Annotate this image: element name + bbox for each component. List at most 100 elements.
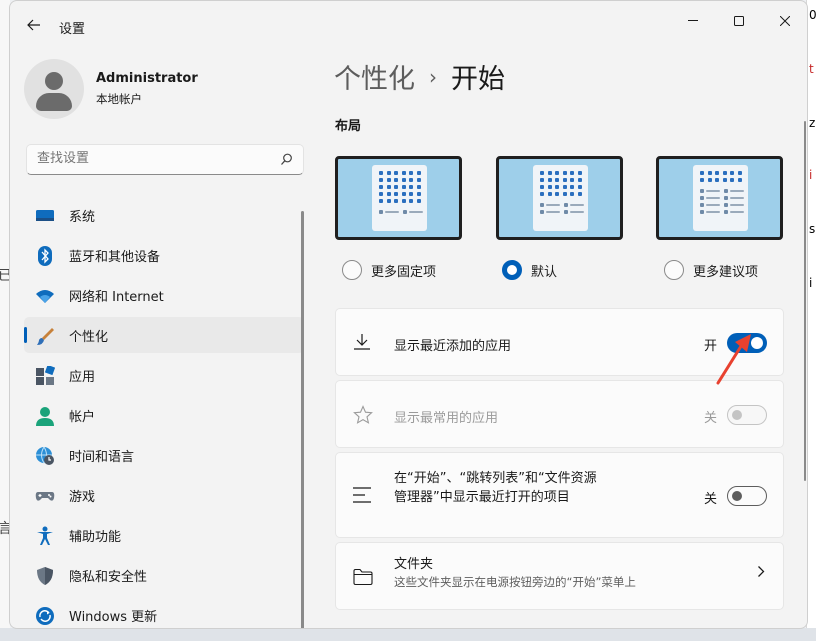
sidebar-nav: 系统 蓝牙和其他设备 网络和 Internet 个性化 应用 帐户 时间和语言 <box>24 197 304 628</box>
recommended-item-dot <box>564 210 568 214</box>
annotation-arrow-icon <box>716 334 751 385</box>
sidebar-item-apps[interactable]: 应用 <box>24 357 304 393</box>
recommended-item-line <box>730 211 744 213</box>
content-scrollbar[interactable] <box>804 121 806 481</box>
layout-option-default[interactable]: 默认 <box>502 260 557 280</box>
pinned-app-dot <box>570 171 574 175</box>
minimize-button[interactable] <box>670 7 716 35</box>
layout-preview-more-pins[interactable] <box>335 156 462 240</box>
pinned-app-dot <box>715 171 719 175</box>
sidebar-item-windows-update[interactable]: Windows 更新 <box>24 597 304 628</box>
pinned-app-dot <box>386 185 391 189</box>
back-button[interactable] <box>22 13 46 37</box>
bluetooth-icon <box>38 246 52 266</box>
radio-more-recommendations[interactable] <box>664 260 684 280</box>
recommended-item-line <box>706 204 720 206</box>
start-menu-preview <box>372 165 427 231</box>
breadcrumb: 个性化 › 开始 <box>334 57 505 96</box>
maximize-button[interactable] <box>716 7 762 35</box>
recommended-item-line <box>409 211 423 213</box>
pinned-app-dot <box>379 185 383 189</box>
sidebar-item-time-language[interactable]: 时间和语言 <box>24 437 304 473</box>
layout-preview-more-recommendations[interactable] <box>656 156 783 240</box>
breadcrumb-parent[interactable]: 个性化 <box>334 57 415 96</box>
brush-icon <box>37 328 54 345</box>
recommended-item-dot <box>700 196 704 200</box>
pinned-app-dot <box>577 171 582 175</box>
pinned-app-dot <box>394 185 398 189</box>
pinned-app-dot <box>416 185 421 189</box>
pinned-app-dot <box>730 171 734 175</box>
pinned-app-dot <box>379 178 383 182</box>
pinned-app-dot <box>379 171 383 175</box>
pinned-app-dot <box>555 178 559 182</box>
setting-folders[interactable]: 文件夹 这些文件夹显示在电源按钮旁边的“开始”菜单上 <box>335 542 784 610</box>
pinned-app-dot <box>409 178 413 182</box>
pinned-app-dot <box>416 171 421 175</box>
globe-clock-icon <box>36 446 54 465</box>
pinned-app-dot <box>386 192 391 196</box>
pinned-app-dot <box>547 192 552 196</box>
pinned-app-dot <box>540 192 544 196</box>
pinned-app-dot <box>386 199 391 203</box>
layout-option-more-recommendations[interactable]: 更多建议项 <box>664 260 758 280</box>
pinned-app-dot <box>394 199 398 203</box>
recommended-item-line <box>706 197 720 199</box>
recommended-item-dot <box>540 210 544 214</box>
pinned-app-dot <box>570 185 574 189</box>
recommended-item-line <box>706 190 720 192</box>
minimize-icon <box>688 20 698 21</box>
layout-option-more-pins[interactable]: 更多固定项 <box>342 260 436 280</box>
radio-more-pins[interactable] <box>342 260 362 280</box>
recommended-item-line <box>570 204 584 206</box>
pinned-app-dot <box>379 199 383 203</box>
recommended-item-dot <box>379 210 383 214</box>
pinned-app-dot <box>562 192 567 196</box>
download-icon <box>354 334 370 350</box>
pinned-app-dot <box>386 178 391 182</box>
recommended-item-line <box>730 204 744 206</box>
sidebar-item-gaming[interactable]: 游戏 <box>24 477 304 513</box>
star-icon <box>353 405 373 424</box>
pinned-app-dot <box>394 192 398 196</box>
pinned-app-dot <box>540 178 544 182</box>
sidebar-item-privacy[interactable]: 隐私和安全性 <box>24 557 304 593</box>
pinned-app-dot <box>722 171 727 175</box>
recent-items-toggle[interactable] <box>727 486 767 506</box>
profile-account-type: 本地帐户 <box>96 92 142 106</box>
recommended-item-dot <box>700 210 704 214</box>
pinned-app-dot <box>570 178 574 182</box>
most-used-toggle[interactable] <box>727 405 767 425</box>
pinned-app-dot <box>562 178 567 182</box>
sidebar-item-accessibility[interactable]: 辅助功能 <box>24 517 304 553</box>
close-button[interactable] <box>762 7 807 35</box>
accessibility-icon <box>37 526 53 545</box>
sidebar-scrollbar[interactable] <box>301 211 304 628</box>
radio-default[interactable] <box>502 260 522 280</box>
search-icon[interactable] <box>280 153 293 166</box>
recommended-item-line <box>570 211 584 213</box>
recommended-item-dot <box>724 196 728 200</box>
sidebar-item-bluetooth[interactable]: 蓝牙和其他设备 <box>24 237 304 273</box>
pinned-app-dot <box>394 171 398 175</box>
pinned-app-dot <box>577 185 582 189</box>
sidebar-item-personalization[interactable]: 个性化 <box>24 317 304 353</box>
pinned-app-dot <box>379 192 383 196</box>
back-arrow-icon <box>27 19 40 31</box>
search-input[interactable] <box>37 151 267 166</box>
layout-preview-default[interactable] <box>496 156 623 240</box>
start-menu-preview <box>533 165 588 231</box>
pinned-app-dot <box>707 178 712 182</box>
breadcrumb-separator: › <box>429 64 437 89</box>
sidebar-item-system[interactable]: 系统 <box>24 197 304 233</box>
sidebar-item-network[interactable]: 网络和 Internet <box>24 277 304 313</box>
user-profile[interactable]: Administrator 本地帐户 <box>24 59 198 119</box>
recommended-item-dot <box>724 203 728 207</box>
pinned-app-dot <box>562 171 567 175</box>
pinned-app-dot <box>722 178 727 182</box>
pinned-app-dot <box>401 199 406 203</box>
recommended-item-line <box>546 211 560 213</box>
search-box[interactable] <box>26 144 304 175</box>
sidebar-item-accounts[interactable]: 帐户 <box>24 397 304 433</box>
close-icon <box>780 16 790 26</box>
